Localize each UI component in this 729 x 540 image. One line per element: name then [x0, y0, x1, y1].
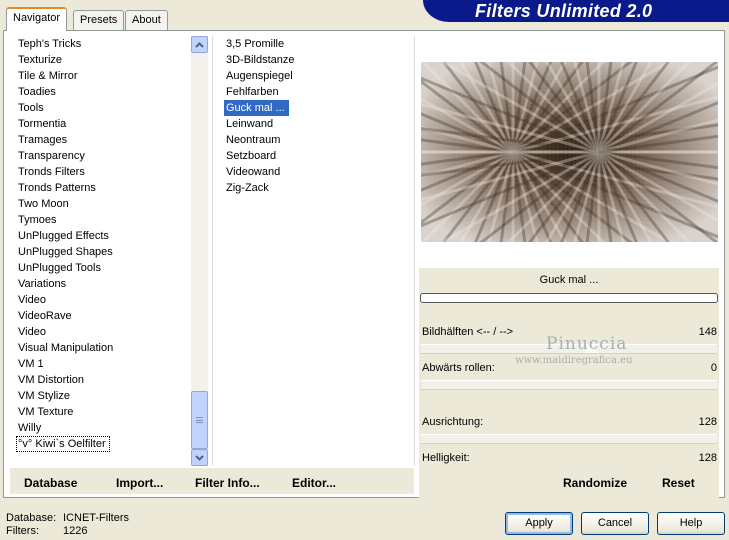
current-filter-name: Guck mal ...	[539, 274, 599, 286]
scroll-thumb[interactable]	[191, 391, 208, 449]
status-filters-value: 1226	[63, 525, 88, 537]
slider-value: 128	[698, 416, 717, 428]
help-button[interactable]: Help	[657, 512, 725, 535]
slider-track[interactable]	[421, 380, 717, 390]
slider-label: Bildhälften <-- / -->	[422, 326, 514, 338]
status-database-value: ICNET-Filters	[63, 512, 129, 524]
category-item[interactable]: Tools	[16, 100, 192, 116]
slider-label: Abwärts rollen:	[422, 362, 495, 374]
category-item[interactable]: VM Stylize	[16, 388, 192, 404]
filter-item[interactable]: Setzboard	[224, 148, 412, 164]
category-item[interactable]: VM Texture	[16, 404, 192, 420]
apply-button[interactable]: Apply	[505, 512, 573, 535]
slider-ausrichtung[interactable]: Ausrichtung: 128	[419, 410, 719, 446]
category-item[interactable]: °v° Kiwi`s Oelfilter	[16, 436, 110, 452]
category-item[interactable]: Texturize	[16, 52, 192, 68]
filter-item[interactable]: 3,5 Promille	[224, 36, 412, 52]
app-banner-title: Filters Unlimited 2.0	[423, 0, 729, 22]
chevron-down-icon	[195, 454, 204, 461]
list-divider	[212, 36, 213, 466]
category-item[interactable]: Tronds Patterns	[16, 180, 192, 196]
tab-about[interactable]: About	[125, 10, 168, 30]
category-item[interactable]: Tile & Mirror	[16, 68, 192, 84]
status-filters-label: Filters:	[6, 525, 39, 537]
editor-button[interactable]: Editor...	[292, 476, 336, 490]
tab-navigator[interactable]: Navigator	[6, 7, 68, 31]
category-item[interactable]: Variations	[16, 276, 192, 292]
category-item[interactable]: Two Moon	[16, 196, 192, 212]
category-item[interactable]: Video	[16, 324, 192, 340]
watermark-url: www.maidiregrafica.eu	[515, 355, 633, 366]
filter-item[interactable]: Neontraum	[224, 132, 412, 148]
filter-item[interactable]: Guck mal ...	[224, 100, 289, 116]
category-item[interactable]: Toadies	[16, 84, 192, 100]
category-item[interactable]: Willy	[16, 420, 192, 436]
scroll-down-button[interactable]	[191, 449, 208, 466]
category-item[interactable]: Teph's Tricks	[16, 36, 192, 52]
slider-label: Ausrichtung:	[422, 416, 484, 428]
category-item[interactable]: VM Distortion	[16, 372, 192, 388]
category-item[interactable]: Transparency	[16, 148, 192, 164]
filter-item[interactable]: Augenspiegel	[224, 68, 412, 84]
category-item[interactable]: Tymoes	[16, 212, 192, 228]
randomize-button[interactable]: Randomize	[563, 476, 627, 490]
filter-item[interactable]: Fehlfarben	[224, 84, 412, 100]
category-item[interactable]: Visual Manipulation	[16, 340, 192, 356]
preview-image	[421, 62, 718, 242]
filter-item[interactable]: Zig-Zack	[224, 180, 412, 196]
filter-item[interactable]: Videowand	[224, 164, 412, 180]
reset-button[interactable]: Reset	[662, 476, 695, 490]
slider-value: 148	[698, 326, 717, 338]
radial-pattern-preview	[421, 62, 718, 242]
slider-label: Helligkeit:	[422, 452, 470, 464]
category-scrollbar[interactable]	[191, 36, 208, 466]
category-item[interactable]: Tramages	[16, 132, 192, 148]
category-item[interactable]: Video	[16, 292, 192, 308]
category-item[interactable]: Tronds Filters	[16, 164, 192, 180]
category-list[interactable]: Teph's Tricks Texturize Tile & Mirror Toadi…	[16, 36, 192, 462]
watermark-name: Pinuccia	[546, 334, 628, 354]
filter-list[interactable]: 3,5 Promille 3D-Bildstanze Augenspiegel Feh…	[224, 36, 412, 462]
slider-value: 128	[698, 452, 717, 464]
filter-item[interactable]: 3D-Bildstanze	[224, 52, 412, 68]
category-item[interactable]: UnPlugged Effects	[16, 228, 192, 244]
scroll-up-button[interactable]	[191, 36, 208, 53]
slider-track[interactable]	[421, 434, 717, 444]
filter-item[interactable]: Leinwand	[224, 116, 412, 132]
category-item[interactable]: VideoRave	[16, 308, 192, 324]
category-item[interactable]: UnPlugged Shapes	[16, 244, 192, 260]
import-button[interactable]: Import...	[116, 476, 163, 490]
list-divider	[414, 36, 415, 466]
slider-value: 0	[710, 362, 717, 374]
chevron-up-icon	[195, 41, 204, 48]
database-button[interactable]: Database	[24, 476, 77, 490]
status-database-label: Database:	[6, 512, 57, 524]
category-item[interactable]: UnPlugged Tools	[16, 260, 192, 276]
tab-presets[interactable]: Presets	[73, 10, 125, 30]
category-item[interactable]: Tormentia	[16, 116, 192, 132]
progress-bar	[420, 293, 718, 303]
cancel-button[interactable]: Cancel	[581, 512, 649, 535]
filter-info-button[interactable]: Filter Info...	[195, 476, 260, 490]
grip-icon	[196, 417, 203, 423]
category-item[interactable]: VM 1	[16, 356, 192, 372]
